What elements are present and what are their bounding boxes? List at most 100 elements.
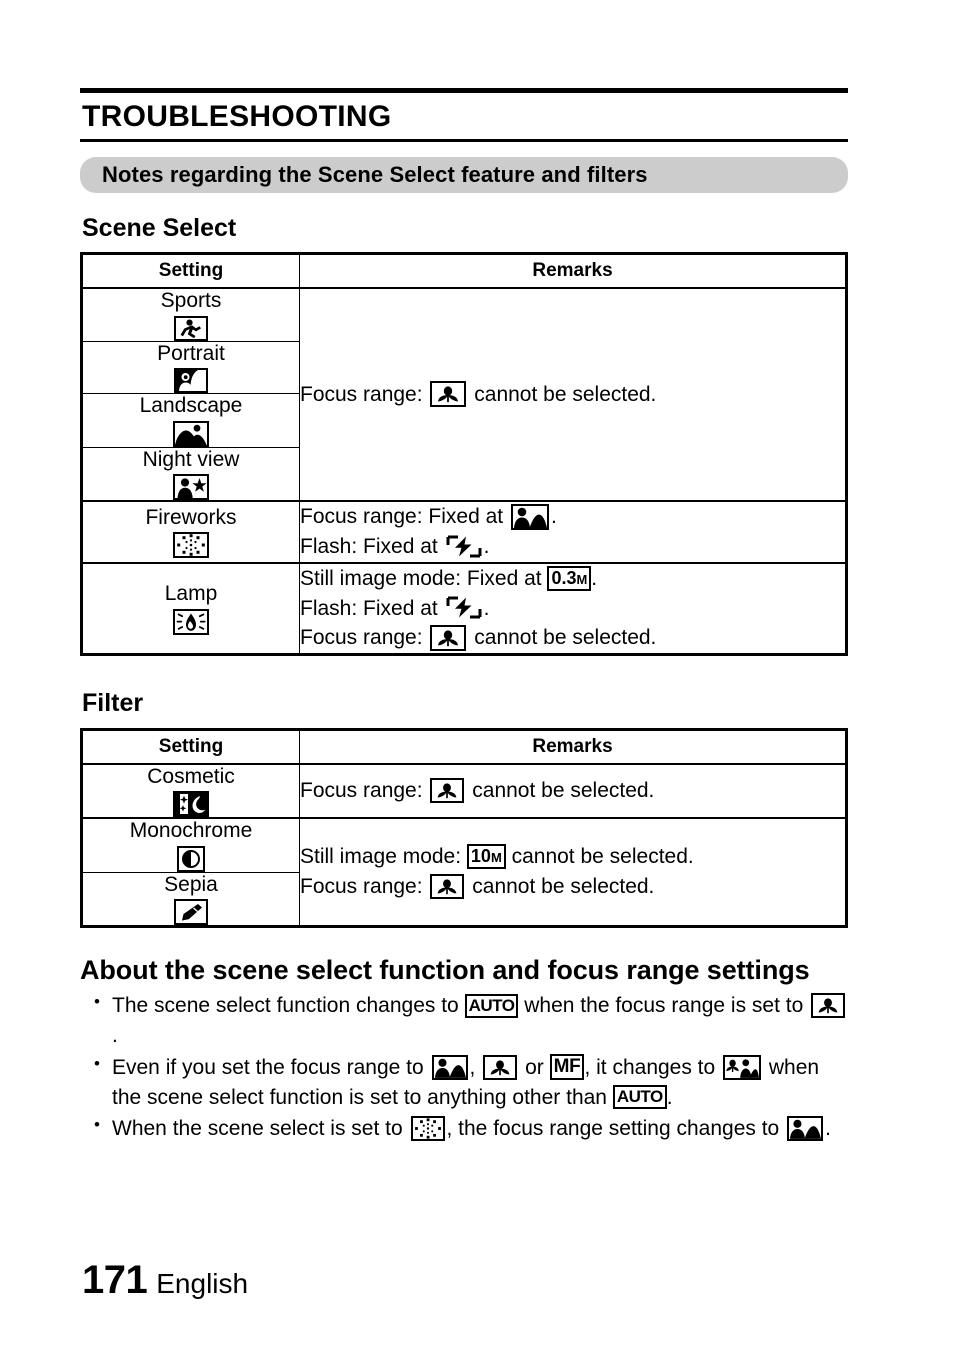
remark-text: .	[483, 534, 490, 558]
remark-text: Flash: Fixed at	[300, 534, 438, 558]
flash-off-icon	[445, 595, 482, 621]
table-row: Fireworks Focus range: Fixed at . Flash:…	[81, 500, 847, 564]
scene-select-table: Setting Remarks Sports Focus range: cann…	[80, 252, 848, 657]
fireworks-icon	[83, 532, 299, 559]
setting-cell-landscape: Landscape	[81, 393, 300, 448]
setting-cell-sepia: Sepia	[81, 871, 300, 928]
setting-cell-lamp: Lamp	[81, 561, 300, 656]
remark-text-suffix: cannot be selected.	[474, 382, 657, 406]
about-bullet-list: The scene select function changes to AUT…	[80, 990, 848, 1144]
remark-text: Flash: Fixed at	[300, 596, 438, 620]
manual-page: TROUBLESHOOTING Notes regarding the Scen…	[0, 0, 954, 1350]
table-row: Sports Focus range: cannot be selected.	[81, 286, 847, 502]
remark-cell-focus-range-group: Focus range: cannot be selected.	[299, 286, 847, 502]
fireworks-icon	[410, 1116, 445, 1141]
setting-cell-cosmetic: Cosmetic	[81, 762, 300, 819]
macro-icon	[811, 993, 846, 1019]
macro-icon	[430, 381, 467, 408]
monochrome-icon	[83, 845, 299, 872]
portrait-landscape-icon	[510, 503, 549, 530]
table-row: Cosmetic Focus range: cannot be selected…	[81, 762, 847, 819]
portrait-landscape-icon	[431, 1054, 468, 1080]
page-footer: 171 English	[82, 1258, 248, 1303]
column-header-setting: Setting	[81, 253, 300, 289]
bullet-text: when the focus range is set to	[524, 994, 804, 1018]
night-view-icon	[83, 474, 299, 501]
page-language: English	[156, 1268, 249, 1299]
about-heading: About the scene select function and focu…	[80, 955, 810, 986]
bullet-text: , the focus range setting changes to	[446, 1117, 780, 1141]
column-header-remarks: Remarks	[299, 728, 847, 765]
chapter-rule-bottom	[80, 138, 848, 142]
table-header-row: Setting Remarks	[81, 728, 847, 765]
auto-icon: AUTO	[612, 1085, 667, 1110]
remark-cell-fireworks: Focus range: Fixed at . Flash: Fixed at	[299, 500, 847, 564]
column-header-remarks: Remarks	[299, 253, 847, 289]
remark-text: Focus range:	[300, 875, 423, 899]
remark-cell-lamp: Still image mode: Fixed at 0.3M. Flash: …	[299, 561, 847, 656]
remark-text: Focus range: Fixed at	[300, 505, 504, 529]
bullet-text: The scene select function changes to	[112, 994, 459, 1018]
table-row: Monochrome Still image mode: 10M cannot …	[81, 817, 847, 928]
landscape-icon	[83, 420, 299, 447]
remark-text: Still image mode: Fixed at	[300, 566, 542, 590]
macro-icon	[430, 624, 467, 651]
bullet-text: , it changes to	[584, 1055, 716, 1079]
portrait-landscape-icon	[787, 1116, 824, 1141]
column-header-setting: Setting	[81, 728, 300, 765]
remark-text: Focus range:	[300, 626, 423, 650]
setting-label: Night view	[142, 447, 240, 471]
remark-text: cannot be selected.	[474, 626, 657, 650]
remark-text: .	[550, 505, 557, 529]
setting-cell-monochrome: Monochrome	[81, 817, 300, 873]
remark-line-2: Flash: Fixed at .	[300, 532, 845, 562]
remark-text: .	[483, 596, 490, 620]
macro-icon	[483, 1054, 518, 1080]
setting-label: Sepia	[164, 872, 218, 896]
remark-line-1: Still image mode: Fixed at 0.3M.	[300, 564, 845, 594]
bullet-text: or	[525, 1055, 544, 1079]
table-row: Lamp Still image mode: Fixed at 0.3M . F…	[81, 561, 847, 656]
bullet-text: .	[112, 1024, 118, 1048]
setting-cell-sports: Sports	[81, 286, 300, 342]
page-content: TROUBLESHOOTING Notes regarding the Scen…	[80, 88, 848, 1145]
sepia-icon	[83, 899, 299, 926]
remark-text: cannot be selected.	[511, 845, 694, 869]
setting-label: Landscape	[139, 394, 243, 418]
setting-label: Monochrome	[129, 819, 253, 843]
remark-cell-cosmetic: Focus range: cannot be selected.	[299, 762, 847, 819]
page-title: TROUBLESHOOTING	[82, 100, 392, 133]
macro-landscape-icon	[723, 1054, 762, 1080]
filter-heading: Filter	[82, 689, 144, 718]
section-banner: Notes regarding the Scene Select feature…	[80, 156, 848, 193]
still-image-0-3m-icon: 0.3M	[547, 565, 592, 591]
cosmetic-icon	[83, 791, 299, 818]
remark-text: Still image mode:	[300, 845, 462, 869]
still-image-10m-icon: 10M	[466, 844, 506, 870]
setting-cell-night-view: Night view	[81, 446, 300, 502]
setting-label: Lamp	[164, 582, 218, 606]
macro-icon	[430, 777, 465, 803]
scene-select-heading: Scene Select	[82, 213, 237, 242]
setting-label: Portrait	[157, 341, 225, 365]
remark-text: .	[591, 566, 598, 590]
remark-line-3: Focus range: cannot be selected.	[300, 623, 845, 653]
remark-line-2: Focus range: cannot be selected.	[300, 872, 845, 902]
setting-label: Fireworks	[145, 505, 237, 529]
page-number: 171	[82, 1258, 148, 1302]
filter-table: Setting Remarks Cosmetic Focus range: ca…	[80, 727, 848, 929]
sports-icon	[83, 315, 299, 341]
macro-icon	[430, 874, 465, 900]
bullet-text: ,	[469, 1055, 476, 1079]
portrait-icon	[83, 368, 299, 394]
list-item: The scene select function changes to AUT…	[80, 990, 848, 1051]
setting-cell-portrait: Portrait	[81, 340, 300, 395]
remark-text: Focus range:	[300, 778, 423, 802]
remark-text: cannot be selected.	[472, 875, 655, 899]
bullet-text: Even if you set the focus range to	[112, 1055, 424, 1079]
setting-cell-fireworks: Fireworks	[81, 500, 300, 564]
bullet-text: .	[825, 1117, 831, 1141]
bullet-text: .	[666, 1085, 673, 1109]
bullet-text: When the scene select is set to	[112, 1117, 403, 1141]
remark-line-1: Focus range: Fixed at .	[300, 502, 845, 532]
